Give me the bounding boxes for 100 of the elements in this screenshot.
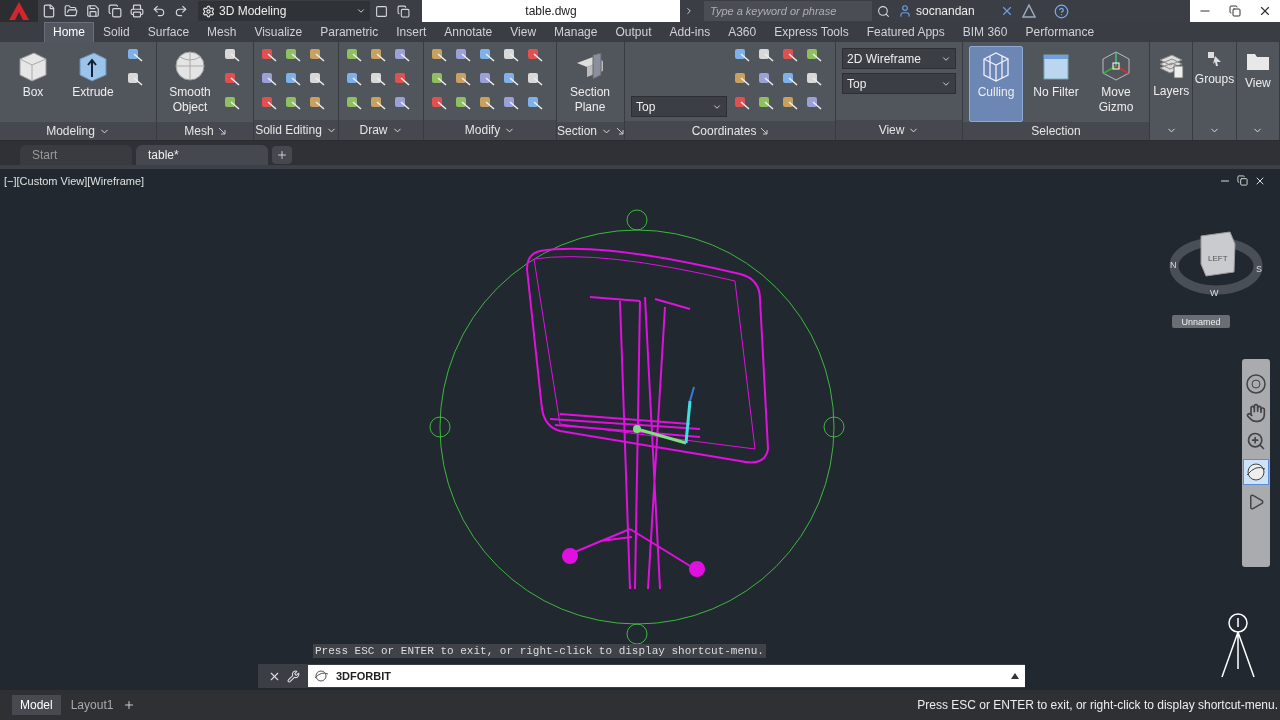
tool-icon[interactable] [805, 94, 824, 112]
tool-icon[interactable] [430, 94, 448, 112]
zoom-icon[interactable] [1246, 431, 1266, 451]
ribbon-tab[interactable]: Solid [94, 22, 139, 42]
ribbon-tab[interactable]: View [501, 22, 546, 42]
tool-icon[interactable] [454, 70, 472, 88]
ribbon-tab[interactable]: Add-ins [660, 22, 720, 42]
tool-icon[interactable] [260, 70, 278, 88]
tool-icon[interactable] [526, 46, 544, 64]
collapsed-panel[interactable]: Groups [1193, 42, 1237, 140]
tool-icon[interactable] [393, 46, 411, 64]
tool-icon[interactable] [284, 94, 302, 112]
tool-icon[interactable] [308, 70, 326, 88]
tool-icon[interactable] [284, 70, 302, 88]
close-icon[interactable] [1254, 175, 1266, 187]
tool-icon[interactable] [781, 46, 800, 64]
collapsed-panel[interactable]: Layers [1150, 42, 1194, 140]
tool-icon[interactable] [781, 70, 800, 88]
tool-icon[interactable] [223, 46, 241, 64]
tool-icon[interactable] [223, 94, 241, 112]
viewport-label[interactable]: [−][Custom View][Wireframe] [4, 175, 145, 187]
ribbon-tab[interactable]: Output [606, 22, 661, 42]
layout-tab[interactable]: Model [12, 695, 61, 715]
restore-icon[interactable] [1229, 5, 1241, 17]
command-input[interactable]: 3DFORBIT [308, 665, 1025, 687]
tool-icon[interactable] [126, 70, 144, 88]
tool-icon[interactable] [526, 94, 544, 112]
ribbon-tab[interactable]: Performance [1016, 22, 1104, 42]
ribbon-tab[interactable]: Insert [387, 22, 436, 42]
tool-icon[interactable] [757, 70, 776, 88]
ribbon-button[interactable]: Move Gizmo [1089, 46, 1144, 122]
ribbon-tab[interactable]: Manage [545, 22, 607, 42]
tool-icon[interactable] [502, 94, 520, 112]
wrench-icon[interactable] [287, 669, 300, 683]
file-tab[interactable]: table* [136, 145, 268, 165]
ribbon-tab[interactable]: Mesh [198, 22, 246, 42]
tool-icon[interactable] [369, 70, 387, 88]
tool-icon[interactable] [345, 70, 363, 88]
ribbon-tab[interactable]: Home [44, 22, 94, 42]
tool-icon[interactable] [733, 70, 752, 88]
showmotion-icon[interactable] [1247, 493, 1265, 511]
file-tab[interactable]: Start [20, 145, 132, 165]
ribbon-tab[interactable]: Annotate [435, 22, 502, 42]
pan-icon[interactable] [1246, 403, 1266, 423]
tool-icon[interactable] [126, 46, 144, 64]
tool-icon[interactable] [757, 94, 776, 112]
tool-icon[interactable] [308, 46, 326, 64]
tool-icon[interactable] [369, 94, 387, 112]
tool-icon[interactable] [393, 70, 411, 88]
collapsed-panel[interactable]: View [1236, 42, 1280, 140]
tool-icon[interactable] [430, 46, 448, 64]
ribbon-tab[interactable]: BIM 360 [953, 22, 1017, 42]
steering-wheel-icon[interactable] [1245, 373, 1267, 395]
ribbon-tab[interactable]: Parametric [311, 22, 388, 42]
expand-icon[interactable] [684, 6, 694, 16]
tool-icon[interactable] [757, 46, 776, 64]
tool-icon[interactable] [345, 46, 363, 64]
ribbon-button[interactable]: No Filter [1029, 46, 1084, 122]
tool-icon[interactable] [478, 46, 496, 64]
add-layout-icon[interactable] [123, 699, 136, 711]
ribbon-button[interactable]: Box [6, 46, 60, 122]
tool-icon[interactable] [805, 46, 824, 64]
caret-icon[interactable] [1011, 673, 1019, 679]
ribbon-button[interactable]: Smooth Object [163, 46, 217, 122]
workspace-dropdown[interactable]: 3D Modeling [198, 1, 370, 21]
tool-icon[interactable] [454, 94, 472, 112]
tool-icon[interactable] [781, 94, 800, 112]
tool-icon[interactable] [260, 94, 278, 112]
launcher-icon[interactable] [616, 127, 625, 135]
ribbon-tab[interactable]: Surface [138, 22, 199, 42]
ribbon-tab[interactable]: A360 [719, 22, 766, 42]
layout-tab[interactable]: Layout1 [62, 695, 122, 715]
launcher-icon[interactable] [217, 127, 226, 135]
orbit-icon[interactable] [1243, 459, 1269, 485]
launcher-icon[interactable] [760, 126, 769, 135]
view-name-field[interactable]: Unnamed [1172, 315, 1230, 328]
tool-icon[interactable] [478, 94, 496, 112]
ribbon-button[interactable]: Extrude [66, 46, 120, 122]
ribbon-tab[interactable]: Express Tools [765, 22, 858, 42]
dropdown[interactable]: Top [631, 96, 728, 117]
dropdown[interactable]: 2D Wireframe [842, 48, 957, 69]
tool-icon[interactable] [284, 46, 302, 64]
view-cube[interactable] [1200, 231, 1236, 277]
tool-icon[interactable] [502, 46, 520, 64]
tool-icon[interactable] [526, 70, 544, 88]
dropdown[interactable]: Top [842, 73, 957, 94]
tool-icon[interactable] [478, 70, 496, 88]
restore-icon[interactable] [1237, 175, 1248, 186]
tool-icon[interactable] [393, 94, 411, 112]
tool-icon[interactable] [260, 46, 278, 64]
tool-icon[interactable] [430, 70, 448, 88]
ribbon-tab[interactable]: Featured Apps [857, 22, 954, 42]
tool-icon[interactable] [502, 70, 520, 88]
tool-icon[interactable] [733, 94, 752, 112]
tool-icon[interactable] [733, 46, 752, 64]
tool-icon[interactable] [308, 94, 326, 112]
tool-icon[interactable] [369, 46, 387, 64]
tool-icon[interactable] [805, 70, 824, 88]
new-tab-button[interactable] [272, 146, 292, 164]
ribbon-button[interactable]: Section Plane [563, 46, 617, 122]
